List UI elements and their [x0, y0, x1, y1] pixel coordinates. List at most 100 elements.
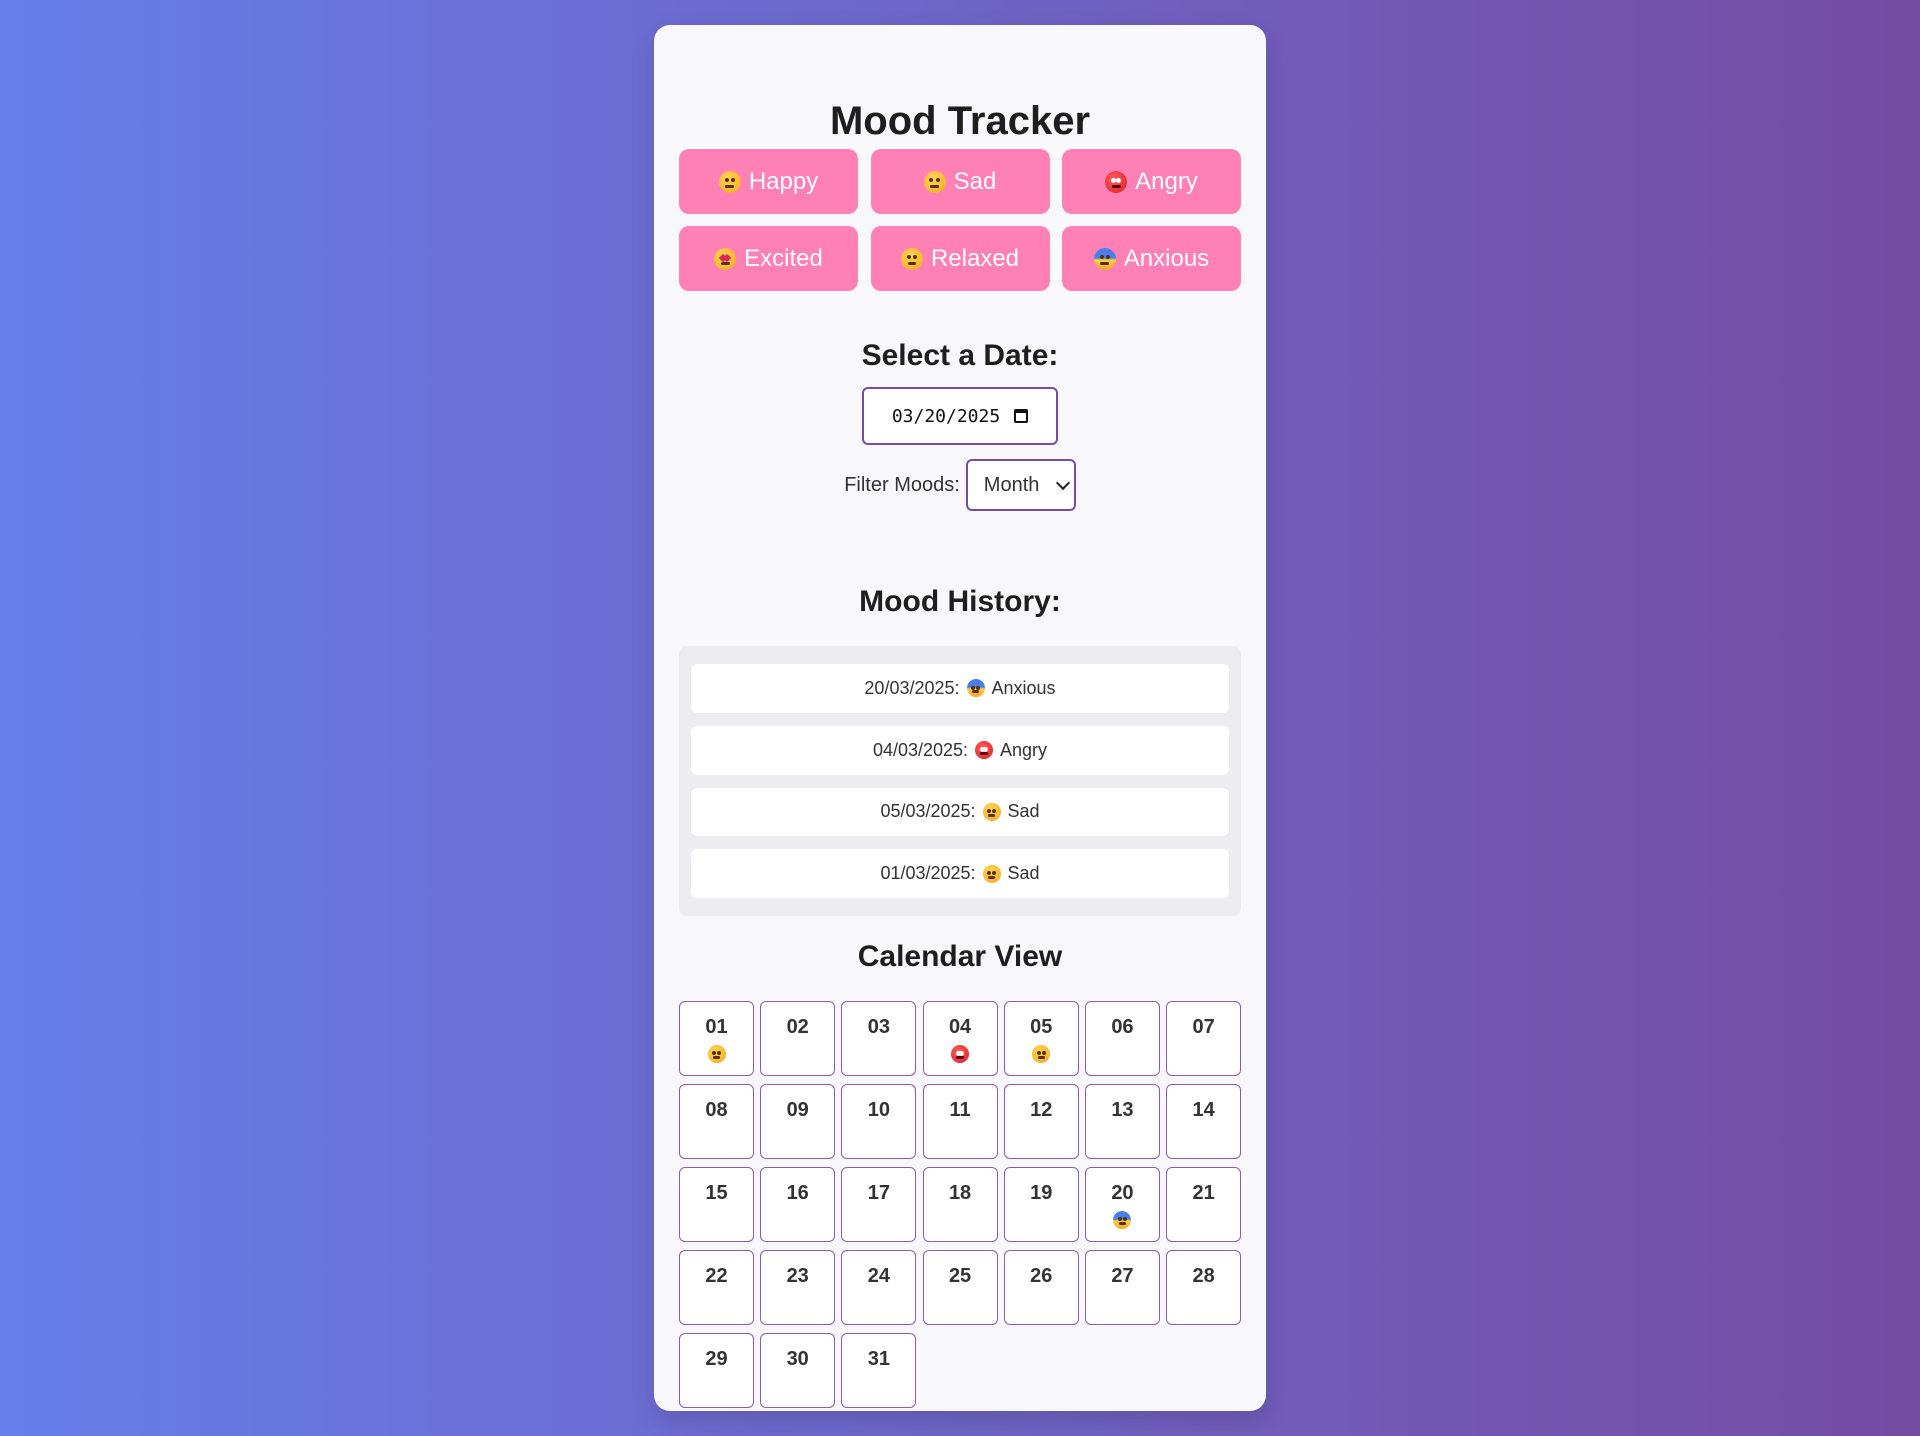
sad-face-icon [707, 1045, 726, 1063]
calendar-day-number: 07 [1192, 1016, 1215, 1038]
calendar-day-06[interactable]: 06 [1084, 1001, 1160, 1076]
history-mood: Angry [1000, 739, 1048, 760]
calendar-day-number: 28 [1192, 1265, 1215, 1287]
calendar-day-number: 26 [1030, 1265, 1053, 1287]
calendar-day-31[interactable]: 31 [841, 1333, 917, 1408]
calendar-day-08[interactable]: 08 [679, 1084, 754, 1159]
calendar-day-number: 22 [705, 1265, 728, 1287]
calendar-day-02[interactable]: 02 [760, 1001, 836, 1076]
calendar-day-26[interactable]: 26 [1003, 1250, 1079, 1325]
calendar-day-29[interactable]: 29 [679, 1333, 754, 1408]
filter-row: Filter Moods: Month [654, 459, 1266, 511]
calendar-day-20[interactable]: 20 [1084, 1167, 1160, 1242]
fearful-face-icon [966, 679, 985, 698]
calendar-day-number: 15 [705, 1182, 728, 1204]
calendar-day-12[interactable]: 12 [1003, 1084, 1079, 1159]
filter-select[interactable]: Month [965, 459, 1076, 511]
calendar-day-13[interactable]: 13 [1084, 1084, 1160, 1159]
calendar-day-number: 27 [1111, 1265, 1134, 1287]
angry-face-icon [951, 1045, 970, 1063]
calendar-day-10[interactable]: 10 [841, 1084, 917, 1159]
calendar-day-07[interactable]: 07 [1166, 1001, 1242, 1076]
calendar-day-16[interactable]: 16 [760, 1167, 836, 1242]
list-item: 04/03/2025: Angry [691, 725, 1229, 775]
mood-history-heading: Mood History: [859, 585, 1061, 618]
calendar-day-18[interactable]: 18 [922, 1167, 998, 1242]
calendar-day-03[interactable]: 03 [841, 1001, 917, 1076]
calendar-day-04[interactable]: 04 [922, 1001, 998, 1076]
calendar-day-23[interactable]: 23 [760, 1250, 836, 1325]
calendar-day-number: 23 [786, 1265, 809, 1287]
mood-tracker-card: Mood Tracker Happy Sad Angry Excited Rel… [654, 25, 1266, 1411]
history-mood: Sad [1007, 801, 1040, 822]
calendar-view-heading: Calendar View [857, 940, 1063, 973]
angry-face-icon [975, 741, 994, 760]
mood-history-list: 20/03/2025: Anxious 04/03/2025: Angry 05… [679, 646, 1241, 916]
calendar-day-number: 13 [1111, 1099, 1134, 1121]
sad-face-icon [982, 864, 1001, 883]
mood-button-angry[interactable]: Angry [1062, 149, 1241, 214]
calendar-day-11[interactable]: 11 [922, 1084, 998, 1159]
calendar-day-25[interactable]: 25 [922, 1250, 998, 1325]
select-date-heading: Select a Date: [861, 339, 1059, 372]
calendar-day-27[interactable]: 27 [1084, 1250, 1160, 1325]
calendar-day-number: 18 [948, 1182, 972, 1204]
mood-button-sad[interactable]: Sad [870, 149, 1050, 214]
calendar-day-number: 20 [1111, 1182, 1134, 1204]
calendar-day-30[interactable]: 30 [760, 1333, 836, 1408]
calendar-day-number: 04 [948, 1016, 972, 1038]
mood-button-grid: Happy Sad Angry Excited Relaxed Anxious [679, 149, 1241, 291]
calendar-day-number: 12 [1030, 1099, 1053, 1121]
fearful-face-icon [1113, 1211, 1132, 1229]
calendar-day-19[interactable]: 19 [1003, 1167, 1079, 1242]
calendar-day-05[interactable]: 05 [1003, 1001, 1079, 1076]
fearful-face-icon [1093, 247, 1116, 270]
mood-button-label: Relaxed [930, 244, 1020, 272]
history-date: 01/03/2025: [880, 863, 976, 884]
calendar-icon[interactable] [1014, 409, 1029, 423]
list-item: 05/03/2025: Sad [691, 787, 1229, 837]
page-title: Mood Tracker [829, 99, 1091, 143]
calendar-day-number: 30 [786, 1348, 809, 1370]
calendar-day-28[interactable]: 28 [1166, 1250, 1242, 1325]
mood-button-label: Excited [744, 244, 823, 272]
calendar-day-number: 10 [867, 1099, 890, 1121]
calendar-day-09[interactable]: 09 [760, 1084, 836, 1159]
calendar-day-17[interactable]: 17 [841, 1167, 917, 1242]
mood-button-label: Anxious [1123, 244, 1210, 272]
calendar-day-number: 11 [949, 1099, 971, 1121]
history-date: 05/03/2025: [880, 801, 976, 822]
calendar-day-number: 09 [786, 1099, 809, 1121]
calendar-day-number: 24 [867, 1265, 890, 1287]
mood-button-label: Sad [953, 167, 997, 195]
mood-button-happy[interactable]: Happy [679, 149, 858, 214]
calendar-day-number: 21 [1192, 1182, 1215, 1204]
mood-button-anxious[interactable]: Anxious [1062, 226, 1241, 291]
calendar-grid: 01 02 03 04 05 06 07 08 09 10 11 12 13 14 15 16 17 18 19 20… [679, 1001, 1242, 1408]
filter-label: Filter Moods: [844, 473, 960, 496]
history-mood: Anxious [991, 677, 1056, 698]
calendar-day-21[interactable]: 21 [1166, 1167, 1242, 1242]
calendar-day-01[interactable]: 01 [679, 1001, 754, 1076]
mood-button-relaxed[interactable]: Relaxed [870, 226, 1050, 291]
calendar-day-number: 08 [705, 1099, 728, 1121]
calendar-day-24[interactable]: 24 [841, 1250, 917, 1325]
star-struck-icon [714, 247, 737, 270]
date-input[interactable]: 03/20/2025 [862, 387, 1058, 445]
calendar-day-number: 25 [948, 1265, 972, 1287]
calendar-day-number: 14 [1192, 1099, 1215, 1121]
filter-select-value: Month [983, 473, 1040, 496]
calendar-day-15[interactable]: 15 [679, 1167, 754, 1242]
calendar-day-number: 06 [1111, 1016, 1134, 1038]
calendar-day-number: 31 [867, 1348, 890, 1370]
list-item: 01/03/2025: Sad [691, 849, 1229, 898]
calendar-day-number: 02 [786, 1016, 809, 1038]
sad-face-icon [1032, 1045, 1051, 1063]
calendar-day-number: 16 [786, 1182, 809, 1204]
calendar-day-14[interactable]: 14 [1166, 1084, 1242, 1159]
calendar-day-number: 29 [705, 1348, 728, 1370]
calendar-day-22[interactable]: 22 [679, 1250, 754, 1325]
mood-button-excited[interactable]: Excited [679, 226, 858, 291]
date-input-value: 03/20/2025 [891, 405, 1001, 427]
mood-button-label: Angry [1135, 167, 1198, 195]
